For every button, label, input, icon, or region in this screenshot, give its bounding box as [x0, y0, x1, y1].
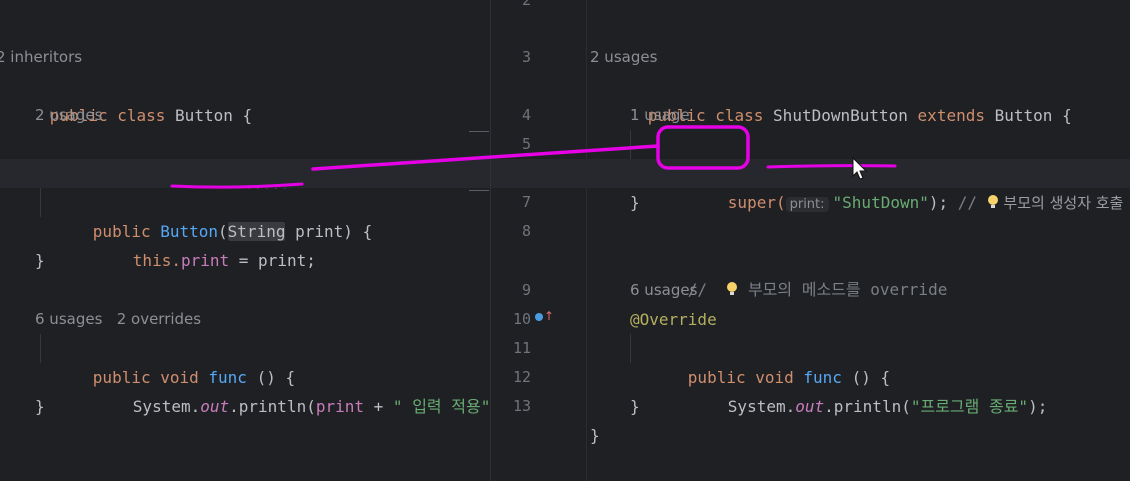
mouse-cursor-icon [852, 156, 868, 180]
annotation-connector-line [311, 144, 660, 171]
annotation-underline-shutdown [766, 164, 897, 169]
annotation-overlay [170, 125, 897, 189]
annotation-box-super [656, 125, 750, 170]
annotation-underline-string-print [170, 182, 304, 189]
